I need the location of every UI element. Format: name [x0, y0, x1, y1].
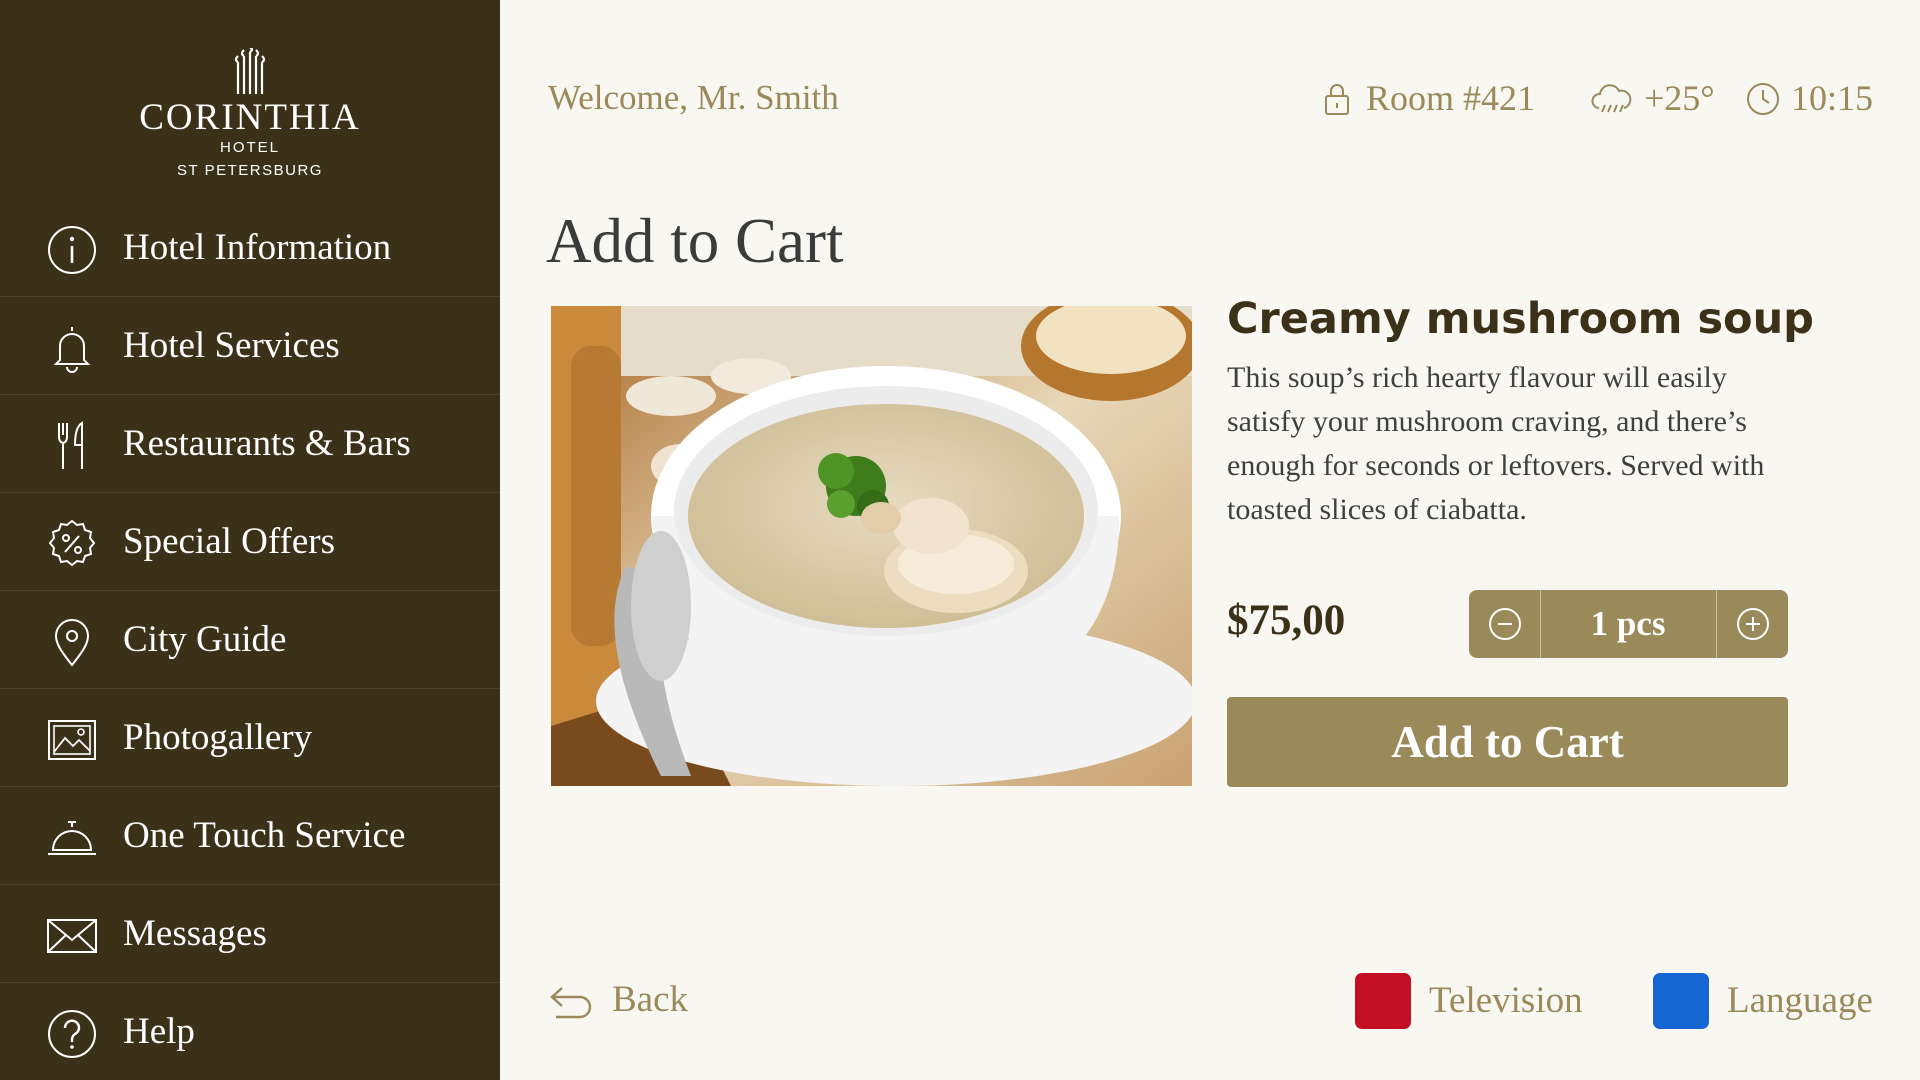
back-label: Back: [612, 979, 689, 1020]
fork-knife-icon: [58, 421, 83, 469]
sidebar-item-label: Hotel Information: [123, 227, 392, 268]
sidebar-item-label: Messages: [123, 913, 267, 954]
lock-icon: [1325, 84, 1349, 115]
red-key-swatch: [1355, 973, 1411, 1029]
sidebar-item-one-touch-service[interactable]: One Touch Service: [0, 787, 500, 885]
sidebar-item-city-guide[interactable]: City Guide: [0, 591, 500, 689]
hotel-logo: CORINTHIA HOTEL ST PETERSBURG: [0, 0, 500, 200]
sidebar-item-label: Hotel Services: [123, 325, 340, 366]
clock: 10:15: [1745, 75, 1875, 125]
sidebar-item-label: Photogallery: [123, 717, 313, 758]
temperature: +25°: [1644, 78, 1715, 118]
sidebar-item-hotel-information[interactable]: Hotel Information: [0, 199, 500, 297]
sidebar-item-help[interactable]: Help: [0, 983, 500, 1080]
service-bell-icon: [48, 821, 96, 855]
sidebar: CORINTHIA HOTEL ST PETERSBURG Hotel Info…: [0, 0, 500, 1080]
info-icon: [48, 226, 96, 274]
columns-logo-icon: [234, 48, 266, 94]
sidebar-item-special-offers[interactable]: Special Offers: [0, 493, 500, 591]
television-button[interactable]: Television: [1355, 973, 1590, 1029]
time: 10:15: [1791, 78, 1874, 118]
minus-circle-icon: [1489, 608, 1521, 640]
brand-line-city: ST PETERSBURG: [177, 162, 323, 179]
sidebar-item-label: Help: [123, 1011, 195, 1052]
weather-readout: +25°: [1590, 75, 1715, 125]
sidebar-item-label: One Touch Service: [123, 815, 406, 856]
sidebar-item-hotel-services[interactable]: Hotel Services: [0, 297, 500, 395]
page-title: Add to Cart: [546, 206, 844, 276]
question-icon: [48, 1010, 96, 1058]
product-description: This soup’s rich hearty flavour will eas…: [1227, 361, 1765, 526]
map-pin-icon: [54, 619, 90, 667]
clock-icon: [1747, 83, 1779, 115]
increase-quantity-button[interactable]: [1716, 590, 1788, 658]
sidebar-item-photogallery[interactable]: Photogallery: [0, 689, 500, 787]
language-label: Language: [1727, 980, 1873, 1021]
quantity-value: 1 pcs: [1590, 604, 1666, 643]
television-label: Television: [1429, 980, 1583, 1021]
sidebar-item-label: Restaurants & Bars: [123, 423, 411, 464]
decrease-quantity-button[interactable]: [1469, 590, 1541, 658]
bell-icon: [53, 327, 91, 373]
sidebar-item-restaurants-bars[interactable]: Restaurants & Bars: [0, 395, 500, 493]
sidebar-item-label: Special Offers: [123, 521, 335, 562]
language-button[interactable]: Language: [1653, 973, 1875, 1029]
product-price: $75,00: [1227, 597, 1346, 644]
sidebar-item-messages[interactable]: Messages: [0, 885, 500, 983]
mushroom-soup-photo: [551, 306, 1192, 786]
plus-circle-icon: [1737, 608, 1769, 640]
add-to-cart-button[interactable]: Add to Cart: [1227, 697, 1788, 787]
room-label: Room #421: [1366, 78, 1536, 118]
blue-key-swatch: [1653, 973, 1709, 1029]
brand-name: CORINTHIA: [139, 97, 361, 138]
back-arrow-icon: [550, 987, 592, 1019]
picture-icon: [48, 720, 96, 760]
quantity-stepper: 1 pcs: [1469, 590, 1788, 658]
back-button[interactable]: Back: [548, 975, 728, 1027]
product-name: Creamy mushroom soup: [1227, 294, 1814, 344]
percent-badge-icon: [48, 519, 96, 567]
envelope-icon: [47, 919, 97, 953]
welcome-message: Welcome, Mr. Smith: [548, 78, 839, 117]
room-number: Room #421: [1323, 75, 1538, 125]
sidebar-item-label: City Guide: [123, 619, 287, 660]
brand-line-hotel: HOTEL: [219, 139, 280, 156]
product-photo: [551, 306, 1192, 786]
rain-cloud-icon: [1591, 84, 1632, 113]
